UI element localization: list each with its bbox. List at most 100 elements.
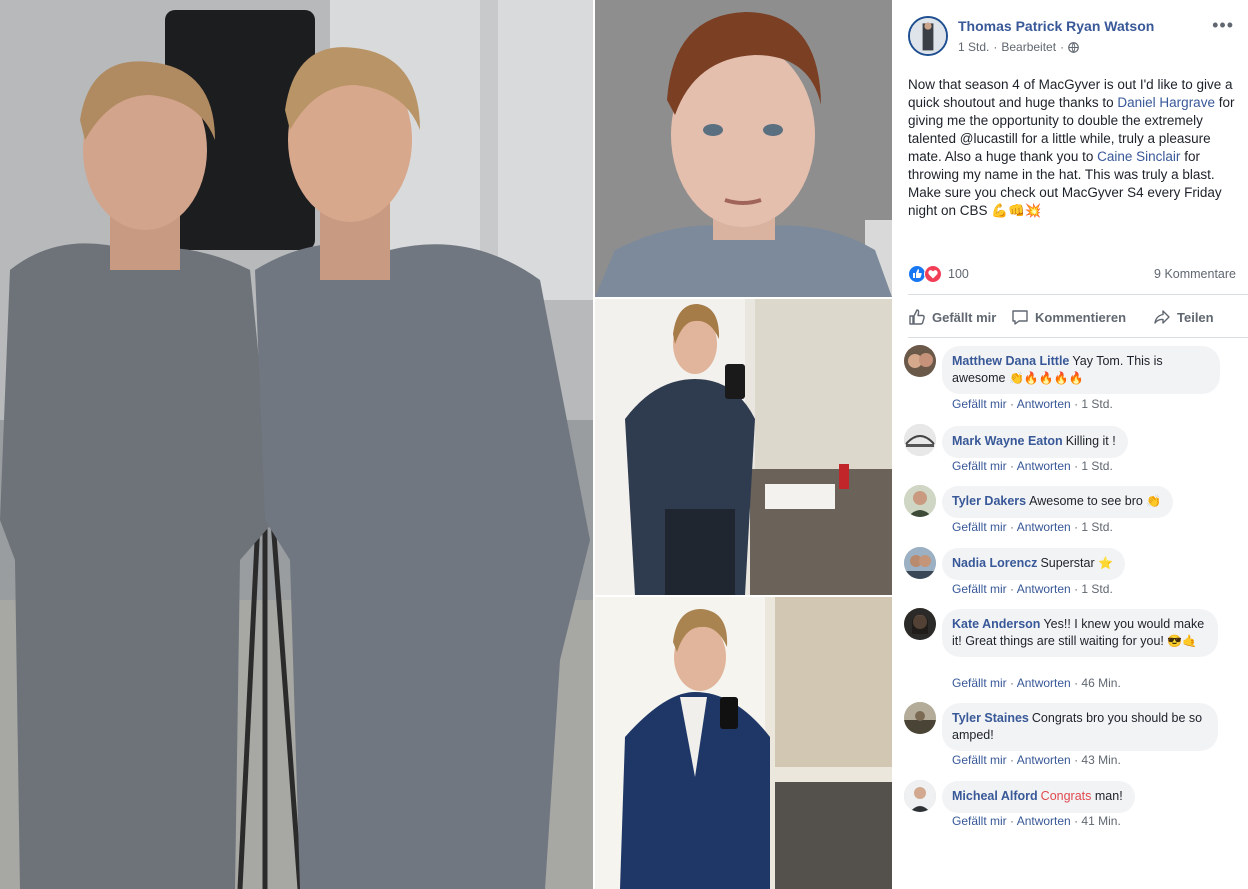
share-label: Teilen: [1177, 309, 1214, 325]
comment-time[interactable]: 1 Std.: [1081, 459, 1112, 473]
more-options-icon[interactable]: •••: [1212, 16, 1234, 34]
separator: ·: [1074, 676, 1079, 690]
comment-bubble: Tyler Staines Congrats bro you should be …: [942, 703, 1218, 751]
comment-bubble: Tyler Dakers Awesome to see bro 👏: [942, 486, 1174, 518]
like-label: Gefällt mir: [932, 309, 997, 325]
author-name[interactable]: Thomas Patrick Ryan Watson: [958, 18, 1154, 34]
divider: [908, 294, 1248, 295]
comment-text: Awesome to see bro: [1029, 494, 1147, 508]
comment-actions: Gefällt mir · Antworten · 43 Min.: [952, 753, 1121, 767]
separator: ·: [1074, 459, 1079, 473]
comment-reply-link[interactable]: Antworten: [1017, 676, 1071, 690]
separator: ·: [1010, 582, 1015, 596]
comment-bubble: Kate Anderson Yes!! I knew you would make…: [942, 609, 1218, 657]
comment-bubble-icon: [1012, 310, 1028, 325]
author-avatar[interactable]: [908, 16, 948, 56]
commenter-name[interactable]: Matthew Dana Little: [952, 354, 1069, 368]
commenter-avatar[interactable]: [904, 345, 936, 377]
commenter-avatar[interactable]: [904, 608, 936, 640]
comment-time[interactable]: 41 Min.: [1081, 814, 1120, 828]
commenter-name[interactable]: Micheal Alford: [952, 789, 1038, 803]
comment-actions: Gefällt mir · Antworten · 1 Std.: [952, 520, 1113, 534]
commenter-avatar[interactable]: [904, 424, 936, 456]
comment-actions: Gefällt mir · Antworten · 1 Std.: [952, 582, 1113, 596]
comment-actions: Gefällt mir · Antworten · 46 Min.: [952, 676, 1121, 690]
comment-text: Superstar: [1040, 556, 1099, 570]
comment-actions: Gefällt mir · Antworten · 1 Std.: [952, 397, 1113, 411]
commenter-name[interactable]: Kate Anderson: [952, 617, 1040, 631]
commenter-name[interactable]: Tyler Staines: [952, 711, 1029, 725]
mention-daniel-hargrave[interactable]: Daniel Hargrave: [1117, 95, 1215, 110]
post-panel: Thomas Patrick Ryan Watson 1 Std. · Bear…: [892, 0, 1248, 889]
separator: ·: [1010, 676, 1015, 690]
comment-button[interactable]: Kommentieren: [1011, 300, 1126, 334]
post-actions: Gefällt mir Kommentieren Teilen: [908, 300, 1236, 336]
separator: ·: [1010, 753, 1015, 767]
comment-emoji: 👏: [1146, 494, 1162, 508]
post-time[interactable]: 1 Std.: [958, 40, 989, 54]
comment-like-link[interactable]: Gefällt mir: [952, 814, 1007, 828]
comment-like-link[interactable]: Gefällt mir: [952, 753, 1007, 767]
thumbs-up-icon: [909, 309, 925, 325]
comment-time[interactable]: 46 Min.: [1081, 676, 1120, 690]
commenter-name[interactable]: Nadia Lorencz: [952, 556, 1037, 570]
comment-like-link[interactable]: Gefällt mir: [952, 459, 1007, 473]
like-love-reaction-icons[interactable]: [908, 265, 944, 283]
separator: ·: [1074, 753, 1079, 767]
photo-main-two-men[interactable]: [0, 0, 593, 889]
photo-mirror-selfie-suit[interactable]: [595, 597, 892, 889]
comment-time[interactable]: 43 Min.: [1081, 753, 1120, 767]
comment-bubble: Matthew Dana Little Yay Tom. This is awes…: [942, 346, 1220, 394]
commenter-avatar[interactable]: [904, 547, 936, 579]
comment-like-link[interactable]: Gefällt mir: [952, 520, 1007, 534]
separator: ·: [1010, 459, 1015, 473]
comment-emoji: ⭐: [1098, 556, 1114, 570]
photo-portrait[interactable]: [595, 0, 892, 297]
comment-reply-link[interactable]: Antworten: [1017, 814, 1071, 828]
comment-reply-link[interactable]: Antworten: [1017, 459, 1071, 473]
comment-bubble: Mark Wayne Eaton Killing it !: [942, 426, 1128, 458]
comment-like-link[interactable]: Gefällt mir: [952, 582, 1007, 596]
comment-tag-link[interactable]: Congrats: [1041, 789, 1092, 803]
comment-emoji: 👏🔥🔥🔥🔥: [1008, 370, 1084, 385]
reaction-count[interactable]: 100: [948, 267, 969, 281]
comment-like-link[interactable]: Gefällt mir: [952, 397, 1007, 411]
mention-caine-sinclair[interactable]: Caine Sinclair: [1097, 149, 1180, 164]
edited-label[interactable]: Bearbeitet: [1001, 40, 1056, 54]
separator: ·: [1074, 397, 1079, 411]
comment-reply-link[interactable]: Antworten: [1017, 397, 1071, 411]
commenter-name[interactable]: Mark Wayne Eaton: [952, 434, 1063, 448]
post-text: Now that season 4 of MacGyver is out I'd…: [908, 76, 1236, 220]
share-button[interactable]: Teilen: [1153, 300, 1214, 334]
comment-bubble: Nadia Lorencz Superstar ⭐: [942, 548, 1126, 580]
separator: ·: [1074, 520, 1079, 534]
like-button[interactable]: Gefällt mir: [908, 300, 996, 334]
comment-bubble: Micheal Alford Congrats man!: [942, 781, 1135, 813]
commenter-name[interactable]: Tyler Dakers: [952, 494, 1026, 508]
photo-mirror-selfie-denim[interactable]: [595, 299, 892, 595]
comment-reply-link[interactable]: Antworten: [1017, 520, 1071, 534]
commenter-avatar[interactable]: [904, 780, 936, 812]
post-meta: 1 Std. · Bearbeitet ·: [958, 40, 1079, 54]
meta-separator: ·: [1060, 40, 1065, 54]
share-arrow-icon: [1154, 310, 1170, 324]
comment-reply-link[interactable]: Antworten: [1017, 582, 1071, 596]
photo-collage: [0, 0, 892, 889]
separator: ·: [1074, 814, 1079, 828]
comment-actions: Gefällt mir · Antworten · 1 Std.: [952, 459, 1113, 473]
post-header: Thomas Patrick Ryan Watson 1 Std. · Bear…: [908, 16, 1238, 58]
separator: ·: [1010, 520, 1015, 534]
commenter-avatar[interactable]: [904, 485, 936, 517]
comment-reply-link[interactable]: Antworten: [1017, 753, 1071, 767]
comment-text: Killing it !: [1065, 434, 1116, 448]
comment-time[interactable]: 1 Std.: [1081, 582, 1112, 596]
separator: ·: [1010, 814, 1015, 828]
comment-label: Kommentieren: [1035, 309, 1127, 325]
comment-text: man!: [1091, 789, 1123, 803]
comment-like-link[interactable]: Gefällt mir: [952, 676, 1007, 690]
commenter-avatar[interactable]: [904, 702, 936, 734]
comment-count[interactable]: 9 Kommentare: [1154, 267, 1236, 281]
globe-icon[interactable]: [1068, 41, 1079, 53]
comment-time[interactable]: 1 Std.: [1081, 520, 1112, 534]
comment-time[interactable]: 1 Std.: [1081, 397, 1112, 411]
